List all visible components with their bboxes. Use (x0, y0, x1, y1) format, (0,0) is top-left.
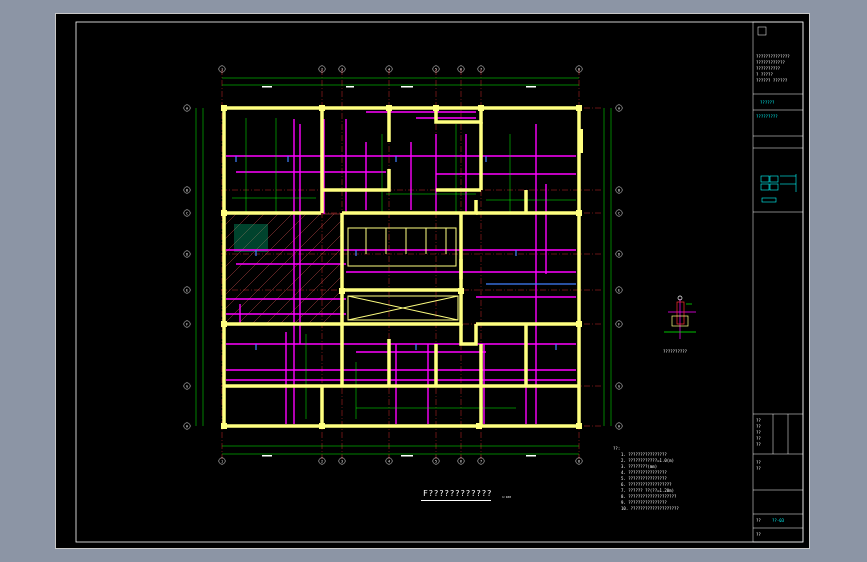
axis-label-bottom: 1 (221, 459, 223, 463)
company-line: ?????????? (756, 66, 781, 71)
title-block-logo (757, 26, 767, 36)
axis-label-bottom: 5 (435, 459, 437, 463)
core-elements (347, 227, 459, 321)
floor-plan-drawing: 1 1 2 2 3 3 4 4 5 5 6 6 7 7 8 8 A A B B C C D D E E F F G G H H (75, 21, 804, 543)
project-label: ?????? (760, 100, 775, 105)
axis-label-top: 2 (321, 67, 323, 71)
note-line: 8. ???????????????????? (621, 494, 677, 499)
note-line: 2. ????????????=1.0(m) (621, 458, 674, 463)
title-block-legend (760, 174, 797, 203)
axis-label-top: 6 (460, 67, 462, 71)
axis-label-right: A (618, 106, 621, 110)
axis-label-bottom: 6 (460, 459, 462, 463)
axis-label-right: G (618, 384, 620, 388)
axis-label-top: 8 (578, 67, 580, 71)
axis-label-right: C (618, 211, 620, 215)
axis-label-right: E (618, 288, 620, 292)
note-line: 1. ???????????????? (621, 452, 667, 457)
axis-label-left: H (186, 424, 188, 428)
axis-label-bottom: 7 (480, 459, 482, 463)
axis-label-right: F (618, 322, 620, 326)
axis-label-top: 3 (341, 67, 343, 71)
beam-lines (226, 111, 576, 424)
signature-row: ?? (756, 418, 761, 423)
company-line: ? ????? (756, 72, 773, 77)
axis-label-bottom: 4 (388, 459, 390, 463)
axis-label-top: 4 (388, 67, 390, 71)
sheet-border (75, 21, 804, 543)
signature-row: ?? (756, 424, 761, 429)
signature-row: ?? (756, 460, 761, 465)
note-line: 4. ???????????????? (621, 470, 667, 475)
axis-label-left: B (186, 188, 188, 192)
axis-label-left: F (186, 322, 188, 326)
note-line: 3. ????????(mm) (621, 464, 658, 469)
note-line: 6. ?????????????????? (621, 482, 672, 487)
axis-label-left: A (186, 106, 189, 110)
company-line: ???????????? (756, 60, 785, 65)
signature-row: ?? (756, 442, 761, 447)
axis-label-right: B (618, 188, 620, 192)
note-line: 10. ???????????????????? (621, 506, 679, 511)
axis-label-left: D (186, 252, 188, 256)
note-line: 9. ???????????????? (621, 500, 667, 505)
axis-label-left: C (186, 211, 188, 215)
scale-label: 1:100 (502, 495, 512, 499)
axis-label-top: 7 (480, 67, 482, 71)
signature-row: ?? (756, 466, 761, 471)
hatched-zone (223, 213, 343, 325)
sheet-no-label: ?? (756, 518, 761, 523)
axis-label-top: 1 (221, 67, 223, 71)
axis-label-top: 5 (435, 67, 437, 71)
dim-text-marks (262, 86, 536, 457)
plan-title: F???????????? (423, 489, 493, 498)
signature-row: ?? (756, 436, 761, 441)
axis-label-left: E (186, 288, 188, 292)
note-line: 7. ?????? ??(??=1.20m) (621, 488, 674, 493)
plan-title-underline (421, 500, 491, 501)
axis-label-bottom: 2 (321, 459, 323, 463)
axis-label-right: D (618, 252, 620, 256)
drawing-viewport[interactable]: 1 1 2 2 3 3 4 4 5 5 6 6 7 7 8 8 A A B B C C D D E E F F G G H H F??????… (55, 13, 810, 549)
axis-bubbles (183, 65, 623, 465)
axis-label-left: G (186, 384, 188, 388)
section-detail (664, 295, 696, 339)
company-line: ?????????????? (756, 54, 790, 59)
axis-label-right: H (618, 424, 620, 428)
sheet-no: ??-03 (772, 518, 785, 523)
company-line: ?????? ?????? (756, 78, 788, 83)
detail-caption: ?????????? (663, 349, 688, 354)
signature-row: ?? (756, 430, 761, 435)
note-line: 5. ???????????????? (621, 476, 667, 481)
axis-label-bottom: 3 (341, 459, 343, 463)
drawing-label: ????????? (756, 114, 778, 119)
notes-header: ??: (613, 446, 621, 451)
date-label: ?? (756, 532, 761, 537)
axis-label-bottom: 8 (578, 459, 580, 463)
